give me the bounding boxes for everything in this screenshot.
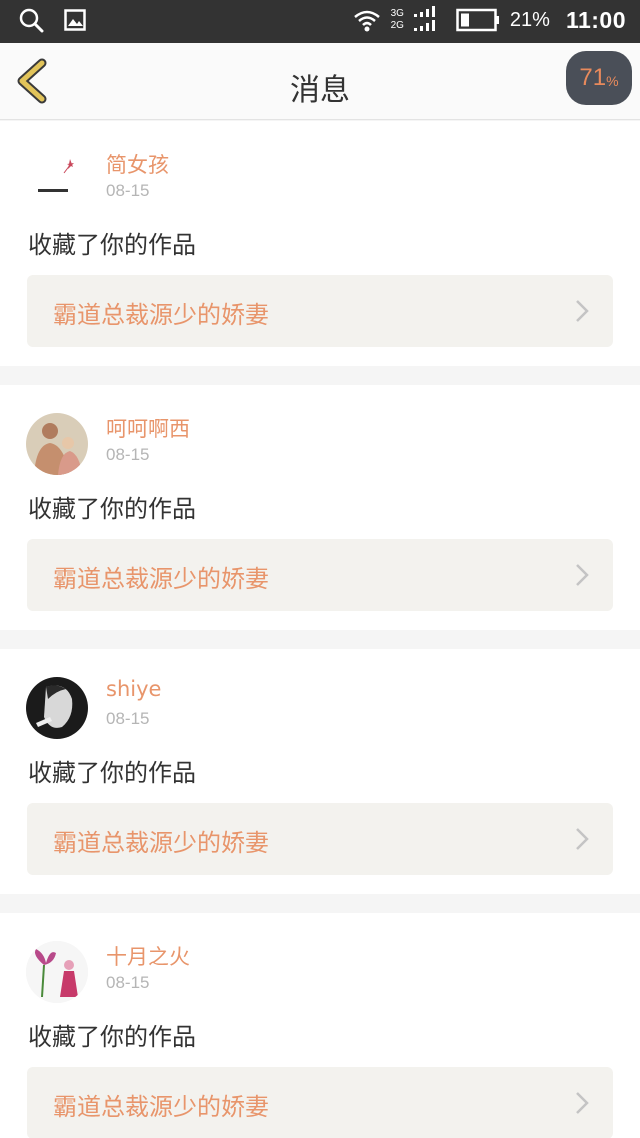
message-date: 08-15 xyxy=(106,709,150,728)
message-action: 收藏了你的作品 xyxy=(28,231,196,259)
badge-unit: % xyxy=(606,73,619,89)
wifi-icon xyxy=(353,10,380,32)
message-card: 简女孩 08-15 收藏了你的作品 霸道总裁源少的娇妻 xyxy=(0,121,640,366)
work-title: 霸道总裁源少的娇妻 xyxy=(53,565,269,593)
work-link[interactable]: 霸道总裁源少的娇妻 xyxy=(27,275,613,347)
message-action: 收藏了你的作品 xyxy=(28,1023,196,1051)
battery-icon xyxy=(456,8,499,32)
chevron-right-icon xyxy=(576,300,589,322)
clock: 11:00 xyxy=(565,6,626,33)
search-icon xyxy=(19,8,44,33)
work-link[interactable]: 霸道总裁源少的娇妻 xyxy=(27,803,613,875)
network-indicator: 3G 2G xyxy=(391,8,404,32)
chevron-right-icon xyxy=(576,564,589,586)
username[interactable]: shiye xyxy=(106,677,161,701)
username[interactable]: 简女孩 xyxy=(106,149,169,179)
message-date: 08-15 xyxy=(106,973,150,992)
username[interactable]: 呵呵啊西 xyxy=(106,413,190,443)
message-action: 收藏了你的作品 xyxy=(28,759,196,787)
message-card: shiye 08-15 收藏了你的作品 霸道总裁源少的娇妻 xyxy=(0,649,640,894)
message-card: 十月之火 08-15 收藏了你的作品 霸道总裁源少的娇妻 xyxy=(0,913,640,1138)
message-card: 呵呵啊西 08-15 收藏了你的作品 霸道总裁源少的娇妻 xyxy=(0,385,640,630)
nav-header: 消息 71 % xyxy=(0,43,640,120)
work-title: 霸道总裁源少的娇妻 xyxy=(53,1093,269,1121)
avatar[interactable] xyxy=(26,677,88,739)
message-action: 收藏了你的作品 xyxy=(28,495,196,523)
badge-number: 71 xyxy=(579,64,607,91)
work-title: 霸道总裁源少的娇妻 xyxy=(53,301,269,329)
floating-progress-badge[interactable]: 71 % xyxy=(566,51,632,105)
chevron-right-icon xyxy=(576,1092,589,1114)
message-date: 08-15 xyxy=(106,445,150,464)
image-icon xyxy=(64,9,86,31)
chevron-right-icon xyxy=(576,828,589,850)
battery-percent: 21% xyxy=(509,8,550,31)
work-link[interactable]: 霸道总裁源少的娇妻 xyxy=(27,1067,613,1138)
avatar[interactable] xyxy=(26,941,88,1003)
work-title: 霸道总裁源少的娇妻 xyxy=(53,829,269,857)
work-link[interactable]: 霸道总裁源少的娇妻 xyxy=(27,539,613,611)
avatar[interactable] xyxy=(26,149,88,211)
signal-icon xyxy=(413,6,435,31)
page-title: 消息 xyxy=(290,73,350,108)
net-top-label: 3G xyxy=(390,8,404,19)
message-date: 08-15 xyxy=(106,181,150,200)
status-bar: 3G 2G 21% 11:00 xyxy=(0,0,640,43)
avatar[interactable] xyxy=(26,413,88,475)
net-bottom-label: 2G xyxy=(390,20,404,31)
username[interactable]: 十月之火 xyxy=(106,941,190,971)
